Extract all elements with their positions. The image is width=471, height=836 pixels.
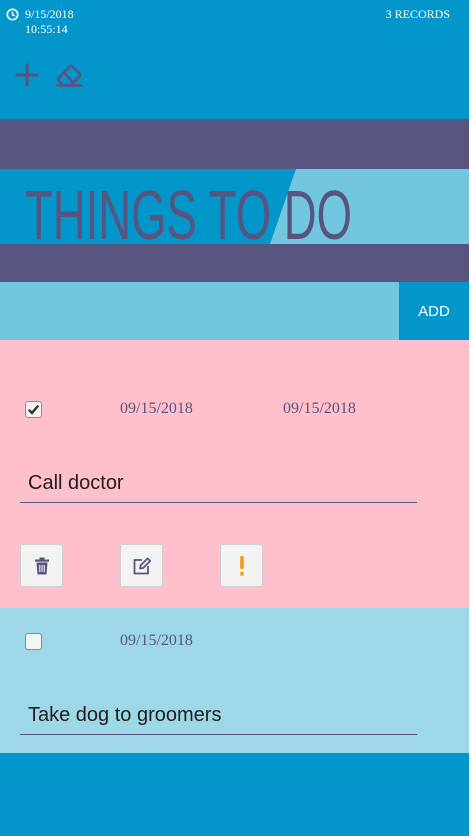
date-due: 09/15/2018 [283,400,356,417]
eraser-icon [55,64,83,87]
todo-title[interactable]: Take dog to groomers [20,703,417,735]
eraser-tool-button[interactable] [54,60,84,90]
banner-title: THINGS TO DO [25,176,352,244]
delete-button[interactable] [20,544,63,587]
new-todo-input[interactable] [0,282,399,340]
current-time: 10:55:14 [25,22,68,36]
banner-band-bottom [0,244,469,282]
completed-checkbox[interactable] [25,401,42,418]
current-datetime: 9/15/2018 10:55:14 [25,7,74,37]
banner-band-top [0,119,469,169]
todo-item: 09/15/2018 09/15/2018 Call doctor [0,340,469,608]
date-created: 09/15/2018 [120,632,193,649]
app-window: 9/15/2018 10:55:14 3 RECORDS THINGS TO D… [0,0,469,836]
date-created: 09/15/2018 [120,400,193,417]
todo-item: 09/15/2018 Take dog to groomers [0,608,469,753]
add-bar: ADD [0,282,469,340]
edit-button[interactable] [120,544,163,587]
priority-button[interactable] [220,544,263,587]
trash-icon [34,557,49,574]
current-date: 9/15/2018 [25,7,74,21]
checkmark-icon [27,404,40,415]
plus-icon [15,63,39,87]
exclamation-icon [239,555,244,576]
records-count: 3 RECORDS [385,7,450,21]
add-tool-button[interactable] [12,60,42,90]
edit-icon [133,557,151,574]
todo-title[interactable]: Call doctor [20,471,417,503]
clock-icon [6,8,19,21]
banner: THINGS TO DO [0,169,352,244]
completed-checkbox[interactable] [25,633,42,650]
header: 9/15/2018 10:55:14 3 RECORDS [0,0,469,119]
add-button[interactable]: ADD [399,282,469,340]
